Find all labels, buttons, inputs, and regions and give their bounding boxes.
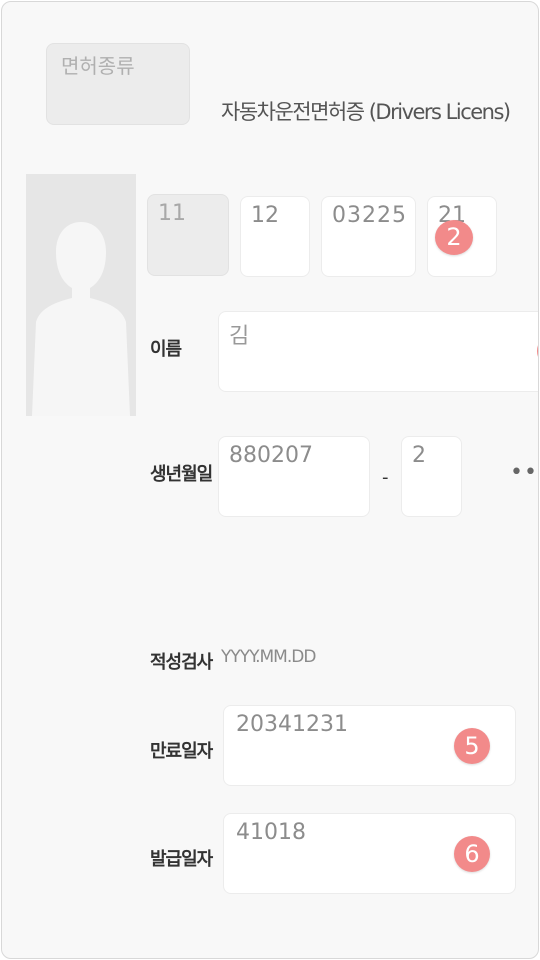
license-form-card: 면허종류 자동차운전면허증 (Drivers Licens) 11 12 032… [1, 1, 539, 959]
aptitude-test-field[interactable]: YYYY.MM.DD [221, 647, 316, 667]
profile-photo-placeholder[interactable] [26, 174, 136, 416]
expiry-date-label: 만료일자 [150, 741, 213, 762]
license-title: 자동차운전면허증 (Drivers Licens) [221, 100, 511, 124]
license-type-field[interactable]: 면허종류 [46, 43, 190, 125]
gender-digit-field[interactable]: 2 [401, 436, 462, 517]
license-number-part2[interactable]: 12 [240, 196, 310, 277]
name-field[interactable]: 김 [218, 311, 538, 392]
person-silhouette-icon [32, 222, 130, 416]
birth-separator: - [382, 467, 389, 488]
issue-date-label: 발급일자 [150, 849, 213, 870]
birth-date-field[interactable]: 880207 [218, 436, 370, 517]
license-number-part1[interactable]: 11 [147, 194, 229, 276]
birth-date-label: 생년월일 [150, 464, 213, 485]
step-badge-5: 5 [454, 728, 490, 764]
step-badge-6: 6 [454, 836, 490, 872]
masked-digits: ••• [510, 460, 538, 485]
step-badge-2: 2 [435, 220, 473, 255]
license-number-part3[interactable]: 03225 [321, 196, 416, 277]
aptitude-test-label: 적성검사 [150, 652, 213, 673]
name-label: 이름 [150, 339, 182, 360]
